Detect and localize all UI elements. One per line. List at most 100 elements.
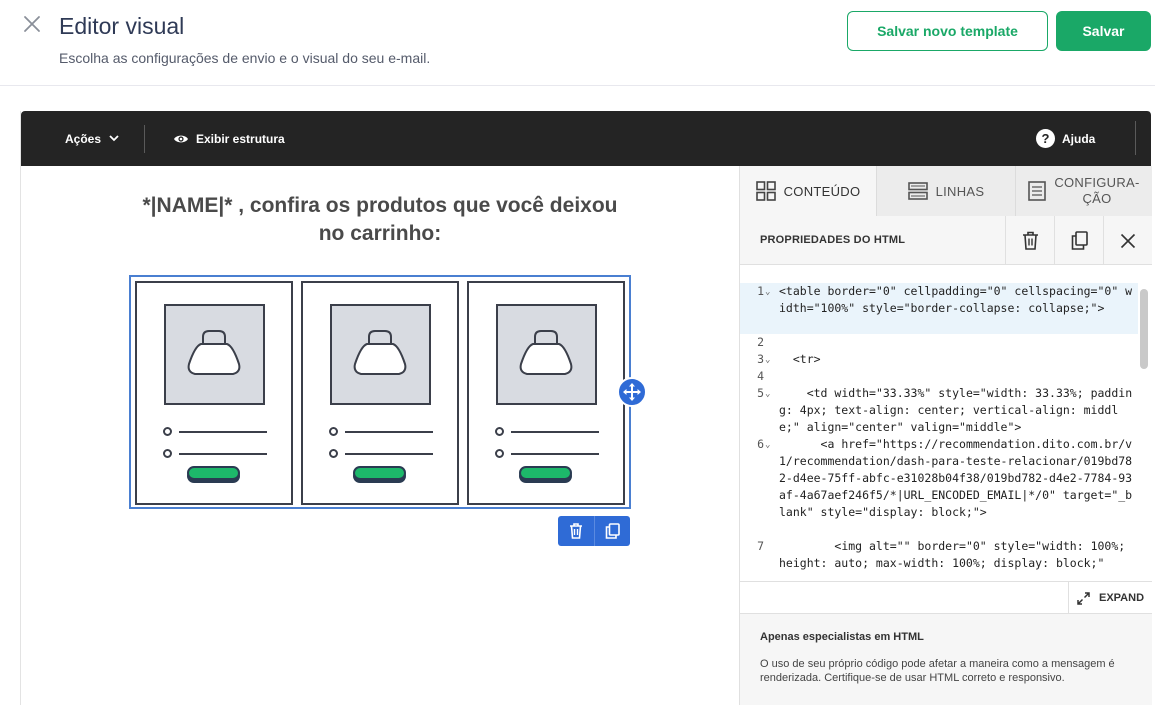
delete-block-button[interactable] bbox=[558, 516, 594, 546]
expand-icon bbox=[1077, 591, 1090, 605]
eye-icon bbox=[174, 135, 188, 142]
properties-header: PROPRIEDADES DO HTML bbox=[740, 216, 1152, 265]
code-line: 4 bbox=[740, 368, 1138, 385]
product-image-placeholder bbox=[496, 304, 597, 405]
code-text: <td width="33.33%" style="width: 33.33%;… bbox=[779, 386, 1133, 434]
duplicate-button[interactable] bbox=[1054, 216, 1103, 265]
bullet-dot bbox=[495, 449, 504, 458]
code-line: 6 ⌄ <a href="https://recommendation.dito… bbox=[740, 436, 1138, 538]
expand-label: EXPAND bbox=[1098, 592, 1145, 604]
grid-icon bbox=[755, 181, 776, 201]
copy-icon bbox=[1071, 231, 1088, 250]
shopping-bag-icon bbox=[519, 330, 573, 375]
trash-icon bbox=[570, 523, 582, 539]
panel-tabs: CONTEÚDO LINHAS CONFIGURA- ÇÃO bbox=[740, 166, 1152, 216]
email-canvas: *|NAME|* , confira os produtos que você … bbox=[21, 166, 739, 705]
line-number: 4 bbox=[757, 369, 764, 383]
expand-button[interactable]: EXPAND bbox=[1068, 582, 1152, 614]
expand-bar: EXPAND bbox=[740, 581, 1152, 614]
code-line: 2 bbox=[740, 334, 1138, 351]
html-block-selected[interactable] bbox=[129, 275, 631, 509]
duplicate-block-button[interactable] bbox=[594, 516, 630, 546]
bullet-dot bbox=[495, 427, 504, 436]
document-icon bbox=[1028, 181, 1047, 201]
text-line bbox=[345, 453, 433, 455]
shopping-bag-icon bbox=[353, 330, 407, 375]
close-panel-button[interactable] bbox=[1103, 216, 1152, 265]
code-text: <table border="0" cellpadding="0" cellsp… bbox=[779, 284, 1133, 315]
bullet-dot bbox=[329, 427, 338, 436]
toolbar-divider bbox=[1135, 121, 1136, 155]
help-button[interactable]: ? Ajuda bbox=[1036, 111, 1095, 166]
actions-menu[interactable]: Ações bbox=[65, 111, 119, 166]
text-line bbox=[179, 431, 267, 433]
show-structure-toggle[interactable]: Exibir estrutura bbox=[173, 111, 285, 166]
code-scrollbar[interactable] bbox=[1140, 289, 1148, 369]
warning-text: O uso de seu próprio código pode afetar … bbox=[760, 658, 1115, 684]
product-cta-button[interactable] bbox=[353, 466, 406, 480]
page-header: Editor visual Escolha as configurações d… bbox=[0, 0, 1155, 86]
fold-chevron-icon[interactable]: ⌄ bbox=[765, 437, 770, 454]
code-line: 1 ⌄ <table border="0" cellpadding="0" ce… bbox=[740, 283, 1138, 334]
bullet-dot bbox=[329, 449, 338, 458]
email-editor: Ações Exibir estrutura ? Ajuda *|NAME|* … bbox=[20, 111, 1152, 705]
line-number: 5 bbox=[757, 386, 764, 400]
tab-content-label: CONTEÚDO bbox=[783, 183, 861, 199]
fold-chevron-icon[interactable]: ⌄ bbox=[765, 284, 770, 301]
shopping-bag-icon bbox=[187, 330, 241, 375]
page-title: Editor visual bbox=[59, 13, 185, 39]
html-code-editor[interactable]: 1 ⌄ <table border="0" cellpadding="0" ce… bbox=[740, 283, 1152, 581]
product-card[interactable] bbox=[467, 281, 625, 505]
actions-menu-label: Ações bbox=[65, 131, 102, 146]
copy-icon bbox=[605, 523, 620, 539]
help-label: Ajuda bbox=[1062, 131, 1096, 146]
delete-button[interactable] bbox=[1005, 216, 1054, 265]
product-card[interactable] bbox=[301, 281, 459, 505]
code-line: 3 ⌄ <tr> bbox=[740, 351, 1138, 368]
product-cta-button[interactable] bbox=[519, 466, 572, 480]
line-number: 1 bbox=[757, 284, 764, 298]
fold-chevron-icon[interactable]: ⌄ bbox=[765, 352, 770, 369]
email-heading[interactable]: *|NAME|* , confira os produtos que você … bbox=[141, 192, 619, 248]
save-new-template-button[interactable]: Salvar novo template bbox=[847, 11, 1048, 51]
tab-settings[interactable]: CONFIGURA- ÇÃO bbox=[1016, 166, 1152, 216]
block-actions bbox=[558, 516, 630, 546]
line-number: 2 bbox=[757, 335, 764, 349]
show-structure-label: Exibir estrutura bbox=[196, 131, 285, 146]
warning-title: Apenas especialistas em HTML bbox=[760, 631, 924, 643]
line-number: 3 bbox=[757, 352, 764, 366]
line-number: 6 bbox=[757, 437, 764, 451]
code-line: 7 <img alt="" border="0" style="width: 1… bbox=[740, 538, 1138, 581]
tab-rows[interactable]: LINHAS bbox=[877, 166, 1016, 216]
bullet-dot bbox=[163, 427, 172, 436]
line-number: 7 bbox=[757, 539, 764, 553]
tab-content[interactable]: CONTEÚDO bbox=[740, 166, 877, 216]
product-cta-button[interactable] bbox=[187, 466, 240, 480]
chevron-down-icon bbox=[109, 135, 119, 142]
save-button[interactable]: Salvar bbox=[1056, 11, 1151, 51]
product-image-placeholder bbox=[330, 304, 431, 405]
fold-chevron-icon[interactable]: ⌄ bbox=[765, 386, 770, 403]
close-icon[interactable] bbox=[22, 14, 42, 34]
trash-icon bbox=[1022, 231, 1038, 250]
bullet-dot bbox=[163, 449, 172, 458]
page-subtitle: Escolha as configurações de envio e o vi… bbox=[59, 50, 431, 66]
code-text: <tr> bbox=[779, 352, 821, 366]
text-line bbox=[179, 453, 267, 455]
product-card[interactable] bbox=[135, 281, 293, 505]
html-warning: Apenas especialistas em HTML O uso de se… bbox=[740, 614, 1152, 705]
properties-title: PROPRIEDADES DO HTML bbox=[760, 234, 906, 246]
editor-toolbar: Ações Exibir estrutura ? Ajuda bbox=[21, 111, 1151, 166]
close-icon bbox=[1120, 233, 1136, 248]
code-text: <img alt="" border="0" style="width: 100… bbox=[779, 539, 1133, 570]
product-image-placeholder bbox=[164, 304, 265, 405]
text-line bbox=[511, 431, 599, 433]
help-icon: ? bbox=[1036, 129, 1055, 148]
move-arrows-icon bbox=[623, 383, 641, 401]
properties-panel: CONTEÚDO LINHAS CONFIGURA- ÇÃO PROPRIEDA… bbox=[739, 166, 1152, 705]
code-text: <a href="https://recommendation.dito.com… bbox=[779, 437, 1133, 519]
move-handle[interactable] bbox=[617, 377, 647, 407]
toolbar-divider bbox=[144, 125, 145, 153]
code-line: 5 ⌄ <td width="33.33%" style="width: 33.… bbox=[740, 385, 1138, 436]
rows-icon bbox=[907, 182, 928, 200]
